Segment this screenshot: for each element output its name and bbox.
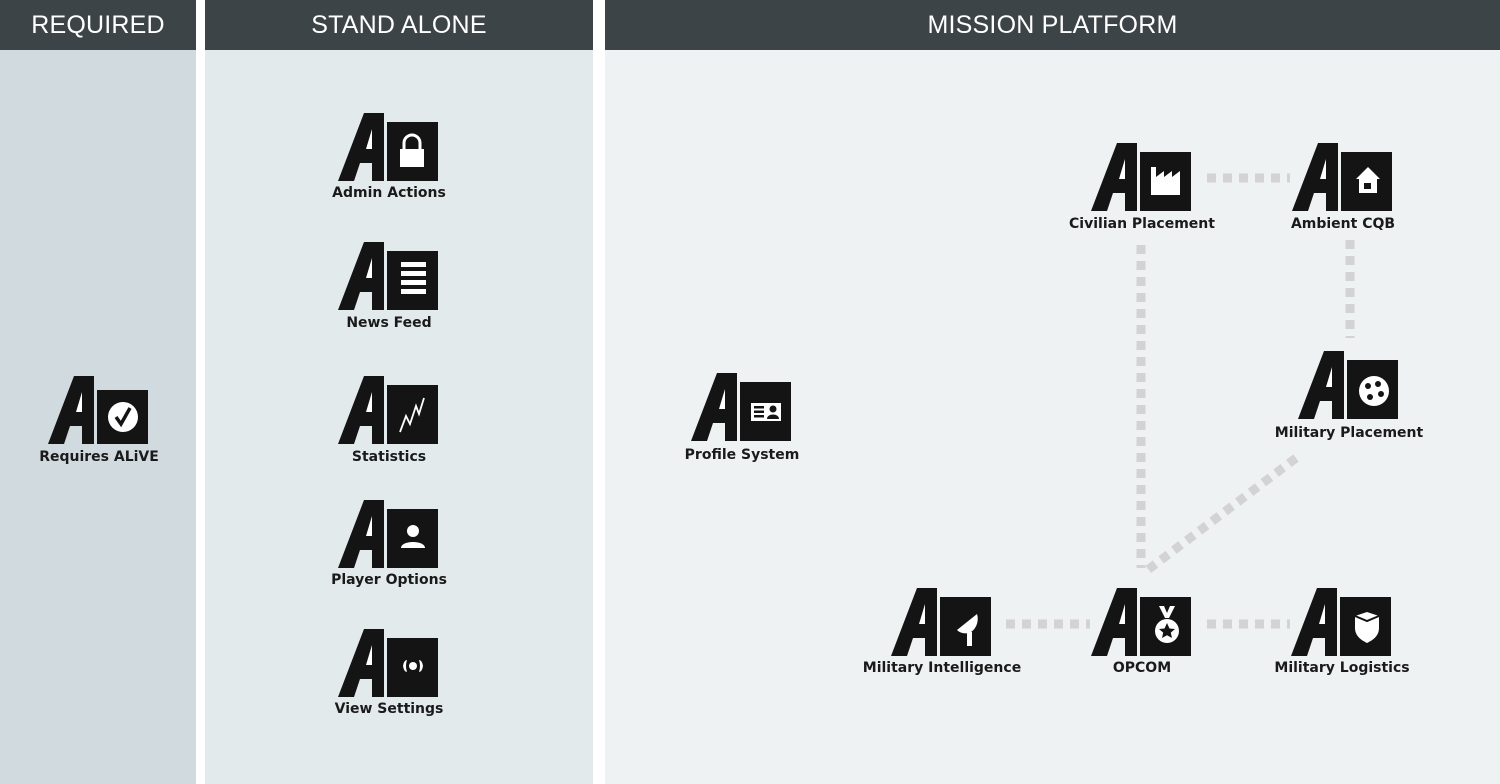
dots-circle-icon xyxy=(1359,376,1389,406)
alive-logo xyxy=(691,373,791,441)
module-label: View Settings xyxy=(334,701,444,717)
module-label: Military Placement xyxy=(1274,425,1424,441)
module-label: Statistics xyxy=(351,449,427,465)
alive-logo xyxy=(338,242,438,310)
stand-alone-header: STAND ALONE xyxy=(205,0,593,50)
module-label: News Feed xyxy=(346,315,432,331)
alive-logo xyxy=(1091,143,1191,211)
module-label: Military Intelligence xyxy=(862,660,1022,676)
module-label: Requires ALiVE xyxy=(39,449,159,465)
required-header: REQUIRED xyxy=(0,0,196,50)
checkmark-circle-icon xyxy=(108,402,138,432)
module-military-intelligence[interactable]: Military Intelligence xyxy=(862,588,1022,688)
module-label: Player Options xyxy=(331,572,447,588)
module-label: OPCOM xyxy=(1112,660,1172,676)
alive-logo xyxy=(1291,588,1391,656)
alive-logo xyxy=(338,376,438,444)
module-admin-actions[interactable]: Admin Actions xyxy=(309,113,469,213)
module-statistics[interactable]: Statistics xyxy=(309,376,469,476)
alive-logo xyxy=(338,500,438,568)
alive-logo xyxy=(1298,351,1398,419)
alive-logo xyxy=(338,629,438,697)
module-civilian-placement[interactable]: Civilian Placement xyxy=(1062,143,1222,243)
alive-logo xyxy=(1091,588,1191,656)
module-opcom[interactable]: OPCOM xyxy=(1062,588,1222,688)
alive-logo xyxy=(1292,143,1392,211)
module-player-options[interactable]: Player Options xyxy=(309,500,469,600)
alive-logo xyxy=(891,588,991,656)
alive-logo xyxy=(338,113,438,181)
mission-platform-header: MISSION PLATFORM xyxy=(605,0,1500,50)
module-military-logistics[interactable]: Military Logistics xyxy=(1262,588,1422,688)
module-news-feed[interactable]: News Feed xyxy=(309,242,469,342)
module-profile-system[interactable]: Profile System xyxy=(662,373,822,473)
module-military-placement[interactable]: Military Placement xyxy=(1269,351,1429,451)
module-label: Ambient CQB xyxy=(1290,216,1396,232)
module-label: Civilian Placement xyxy=(1069,216,1215,232)
module-requires-alive[interactable]: Requires ALiVE xyxy=(19,376,179,476)
id-card-icon xyxy=(751,403,781,421)
alive-logo xyxy=(48,376,148,444)
module-label: Admin Actions xyxy=(332,185,446,201)
module-ambient-cqb[interactable]: Ambient CQB xyxy=(1263,143,1423,243)
module-view-settings[interactable]: View Settings xyxy=(309,629,469,729)
module-label: Profile System xyxy=(684,447,800,463)
module-label: Military Logistics xyxy=(1274,660,1410,676)
